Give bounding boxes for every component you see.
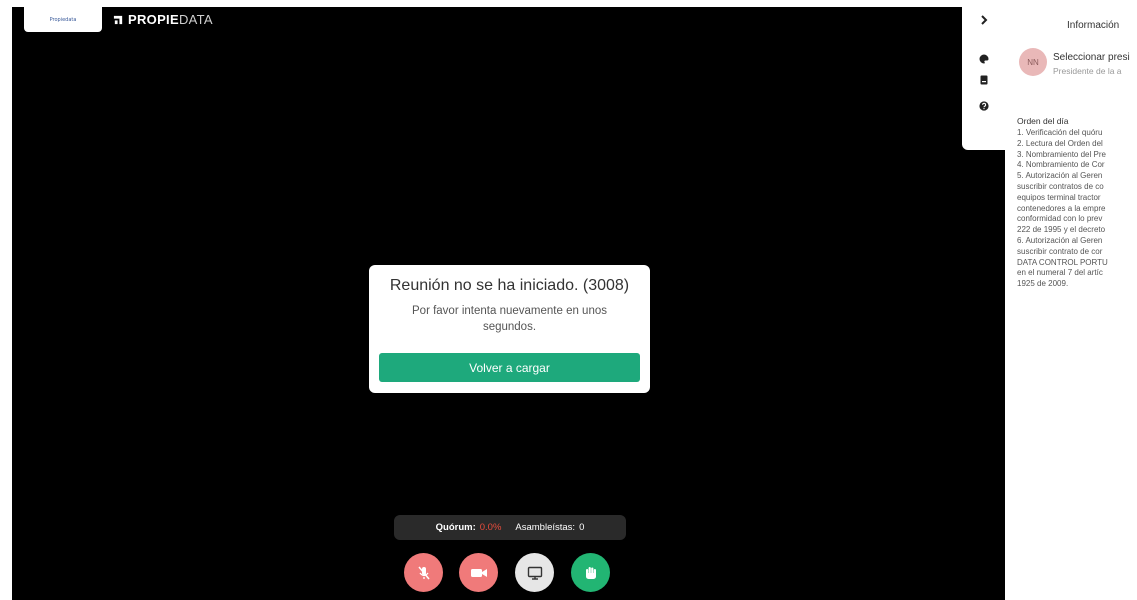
agenda-line: contenedores a la empre bbox=[1017, 203, 1106, 213]
tab-help[interactable] bbox=[978, 100, 990, 112]
quorum-label: Quórum: bbox=[435, 522, 476, 533]
agenda-line: 4. Nombramiento de Cor bbox=[1017, 160, 1105, 170]
palette-icon bbox=[979, 54, 989, 64]
brand-logo: PROPIE DATA bbox=[113, 12, 213, 27]
agenda-line: equipos terminal tractor bbox=[1017, 192, 1101, 202]
brand-name-bold: PROPIE bbox=[128, 12, 179, 27]
help-icon bbox=[979, 101, 989, 111]
quorum-value: 0.0% bbox=[479, 522, 502, 533]
mute-microphone-button[interactable] bbox=[404, 553, 443, 592]
client-logo: Propiedata bbox=[24, 7, 102, 32]
error-dialog: Reunión no se ha iniciado. (3008) Por fa… bbox=[369, 265, 650, 393]
agenda-line: 3. Nombramiento del Pre bbox=[1017, 149, 1106, 159]
agenda-line: 1925 de 2009. bbox=[1017, 279, 1069, 289]
raise-hand-button[interactable] bbox=[571, 553, 610, 592]
toggle-camera-button[interactable] bbox=[459, 553, 498, 592]
avatar: NN bbox=[1019, 48, 1047, 76]
attendees-value: 0 bbox=[579, 522, 585, 533]
collapse-sidebar-button[interactable] bbox=[978, 14, 990, 26]
agenda-title: Orden del día bbox=[1017, 116, 1069, 126]
client-logo-text: Propiedata bbox=[49, 16, 77, 23]
agenda-list: 1. Verificación del quóru 2. Lectura del… bbox=[1017, 128, 1137, 290]
agenda-line: 5. Autorización al Geren bbox=[1017, 171, 1103, 181]
screen-share-icon bbox=[527, 566, 542, 580]
share-screen-button[interactable] bbox=[515, 553, 554, 592]
select-president-link[interactable]: Seleccionar presi bbox=[1053, 52, 1130, 63]
president-role: Presidente de la a bbox=[1053, 66, 1122, 76]
agenda-line: suscribir contratos de co bbox=[1017, 181, 1104, 191]
agenda-line: DATA CONTROL PORTU bbox=[1017, 257, 1108, 267]
brand-name-light: DATA bbox=[178, 12, 213, 27]
quorum-status-bar: Quórum: 0.0% Asambleístas: 0 bbox=[394, 515, 626, 540]
app: Propiedata PROPIE DATA Reunión no se ha i… bbox=[0, 0, 1137, 600]
agenda-line: en el numeral 7 del artíc bbox=[1017, 268, 1103, 278]
dialog-title: Reunión no se ha iniciado. (3008) bbox=[389, 277, 630, 294]
agenda-line: suscribir contrato de cor bbox=[1017, 246, 1103, 256]
sidebar-tab-strip bbox=[962, 0, 1006, 150]
dialog-message: Por favor intenta nuevamente en unos seg… bbox=[412, 305, 607, 333]
tab-documents[interactable] bbox=[978, 74, 990, 86]
brand-mark-icon bbox=[113, 15, 123, 25]
reload-button[interactable]: Volver a cargar bbox=[379, 353, 640, 382]
video-camera-icon bbox=[470, 568, 487, 577]
panel-title: Información bbox=[1067, 20, 1120, 31]
agenda-line: conformidad con lo prev bbox=[1017, 214, 1103, 224]
mic-off-icon bbox=[417, 566, 430, 579]
raise-hand-icon bbox=[585, 566, 596, 579]
tab-theme[interactable] bbox=[978, 53, 990, 65]
attendees-label: Asambleístas: bbox=[515, 522, 576, 533]
document-icon bbox=[980, 75, 988, 85]
agenda-line: 6. Autorización al Geren bbox=[1017, 235, 1103, 245]
agenda-line: 222 de 1995 y el decreto bbox=[1017, 225, 1106, 235]
agenda-line: 1. Verificación del quóru bbox=[1017, 128, 1103, 137]
agenda-line: 2. Lectura del Orden del bbox=[1017, 138, 1103, 148]
chevron-right-icon bbox=[981, 15, 988, 25]
agenda-section: Orden del día 1. Verificación del quóru … bbox=[1017, 116, 1137, 290]
